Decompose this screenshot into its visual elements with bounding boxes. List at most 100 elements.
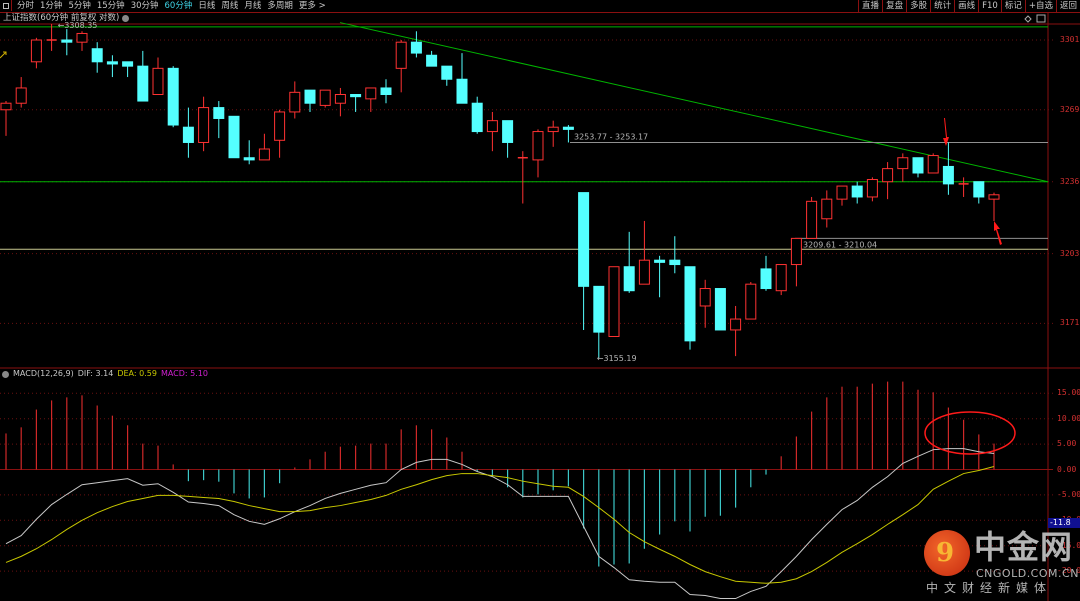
candle-body xyxy=(988,194,1000,200)
dea-value: DEA: 0.59 xyxy=(117,369,157,378)
tab-period-2[interactable]: 5分钟 xyxy=(65,0,93,12)
candle xyxy=(866,177,878,202)
candle xyxy=(851,181,863,204)
candle xyxy=(182,107,194,158)
candle xyxy=(258,133,270,161)
candle-body xyxy=(274,111,286,141)
candle xyxy=(958,177,969,197)
watermark-logo: 9 中金网 CNGOLD.COM.CN 中文财经新媒体 xyxy=(922,527,1080,601)
candle-body xyxy=(76,32,88,43)
tab-period-9[interactable]: 多周期 xyxy=(264,0,296,12)
candle-body xyxy=(790,237,802,266)
diamond-icon xyxy=(1024,15,1032,23)
dif-line xyxy=(5,448,995,600)
candle xyxy=(46,23,57,51)
candle xyxy=(456,53,468,104)
candle xyxy=(471,96,483,134)
candle xyxy=(319,89,331,108)
toolbar-button-3[interactable]: 统计 xyxy=(930,0,954,12)
toolbar-button-4[interactable]: 画线 xyxy=(954,0,978,12)
candle xyxy=(122,61,134,78)
tab-period-1[interactable]: 1分钟 xyxy=(37,0,65,12)
candle-body xyxy=(547,126,559,133)
sidebar-toggle-button[interactable] xyxy=(0,0,12,11)
candle xyxy=(426,50,438,67)
dif-value: DIF: 3.14 xyxy=(77,369,114,378)
candle-body xyxy=(714,288,726,331)
candle-body xyxy=(562,126,574,130)
candle xyxy=(775,264,787,296)
settings-dropdown-icon[interactable] xyxy=(122,15,130,22)
candle-body xyxy=(182,126,194,143)
tab-period-7[interactable]: 周线 xyxy=(218,0,241,12)
candle-body xyxy=(228,115,240,159)
candle xyxy=(806,196,818,239)
candle xyxy=(502,120,514,158)
tab-period-5[interactable]: 60分钟 xyxy=(162,0,196,12)
candle xyxy=(395,40,407,93)
period-toolbar: 分时 1分钟 5分钟 15分钟 30分钟 60分钟 日线 周线 月线 多周期 更多 > 直播 复盘 多股… xyxy=(0,0,1080,13)
cngold-logo-icon: 9 xyxy=(924,530,970,576)
price-tick-label: 3301 xyxy=(1060,35,1080,44)
tab-period-4[interactable]: 30分钟 xyxy=(128,0,162,12)
candle-body xyxy=(122,61,134,67)
candle xyxy=(973,181,985,204)
candle-body xyxy=(167,67,179,126)
candle-body xyxy=(350,94,362,98)
toolbar-button-7[interactable]: +自选 xyxy=(1024,0,1056,12)
toolbar-button-0[interactable]: 直播 xyxy=(858,0,882,12)
price-tick-label: 3171 xyxy=(1060,318,1080,328)
range-label-1: 3253.77 - 3253.17 xyxy=(574,132,648,141)
candle-body xyxy=(258,148,270,161)
tab-period-6[interactable]: 日线 xyxy=(195,0,218,12)
toolbar-button-1[interactable]: 复盘 xyxy=(882,0,906,12)
candle-body xyxy=(213,107,225,119)
macd-label: MACD(12,26,9) xyxy=(13,369,74,378)
candle xyxy=(927,153,939,174)
price-tick-label: 3236 xyxy=(1060,176,1080,186)
candle-body xyxy=(456,78,468,104)
low-price-label: ←3155.19 xyxy=(597,354,637,363)
indicator-settings-icon[interactable] xyxy=(2,370,9,378)
price-tick-label: 3203 xyxy=(1060,248,1080,258)
candle-body xyxy=(365,87,377,100)
candle xyxy=(410,31,422,58)
candle-body xyxy=(684,266,696,342)
tab-period-10[interactable]: 更多 > xyxy=(296,0,329,12)
candle xyxy=(882,162,894,200)
tab-period-0[interactable]: 分时 xyxy=(14,0,37,12)
candle-body xyxy=(866,179,878,198)
candle xyxy=(274,109,286,158)
toolbar-button-5[interactable]: F10 xyxy=(978,0,1001,12)
toolbar-button-8[interactable]: 返回 xyxy=(1055,0,1080,12)
candle xyxy=(486,111,498,152)
red-arrow-up-icon xyxy=(994,221,1002,245)
candle xyxy=(562,125,574,143)
candle-body xyxy=(486,120,498,133)
candle xyxy=(684,266,696,350)
toolbar-button-6[interactable]: 标记 xyxy=(1000,0,1025,12)
candle-body xyxy=(942,165,954,185)
toolbar-button-2[interactable]: 多股 xyxy=(906,0,930,12)
macd-value: MACD: 5.10 xyxy=(160,369,208,378)
tab-period-3[interactable]: 15分钟 xyxy=(94,0,128,12)
candle-body xyxy=(638,259,650,285)
toolbar-right-buttons: 直播 复盘 多股 统计 画线 F10 标记 +自选 返回 xyxy=(858,0,1080,12)
candle-body xyxy=(745,283,757,320)
candle-body xyxy=(502,120,514,143)
candle xyxy=(213,101,225,139)
candle-body xyxy=(775,264,787,292)
candle-body xyxy=(137,65,149,102)
chart-canvas[interactable]: 3253.77 - 3253.173209.61 - 3210.04←3308.… xyxy=(0,0,1080,601)
macd-tick-label: -5.00 xyxy=(1057,489,1080,499)
chart-title: 上证指数(60分钟 前复权 对数) xyxy=(3,13,130,24)
candle-body xyxy=(61,39,73,43)
candle-body xyxy=(426,54,438,67)
candle-body xyxy=(623,266,635,292)
candle-body xyxy=(471,102,483,133)
candle-body xyxy=(836,185,848,200)
candle xyxy=(243,140,255,165)
tab-period-8[interactable]: 月线 xyxy=(241,0,264,12)
candle xyxy=(897,153,909,182)
macd-legend: MACD(12,26,9) DIF: 3.14 DEA: 0.59 MACD: … xyxy=(2,369,208,379)
